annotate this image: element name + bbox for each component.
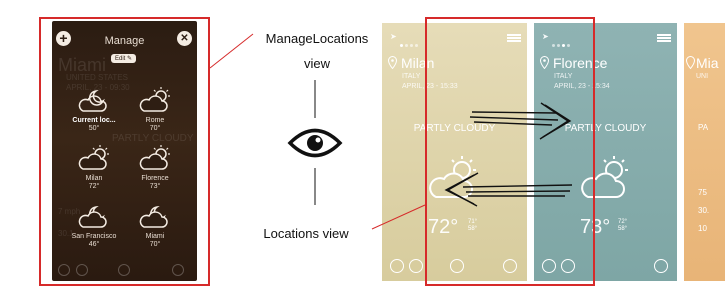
locations-view-label: Locations view bbox=[263, 226, 349, 241]
eye-icon bbox=[287, 128, 343, 158]
manage-locations-label: ManageLocations view bbox=[265, 31, 369, 71]
swipe-left-arrow bbox=[444, 172, 573, 207]
swipe-right-arrow bbox=[469, 102, 572, 140]
manage-connector-line bbox=[209, 33, 254, 69]
locations-connector-line bbox=[371, 204, 426, 230]
